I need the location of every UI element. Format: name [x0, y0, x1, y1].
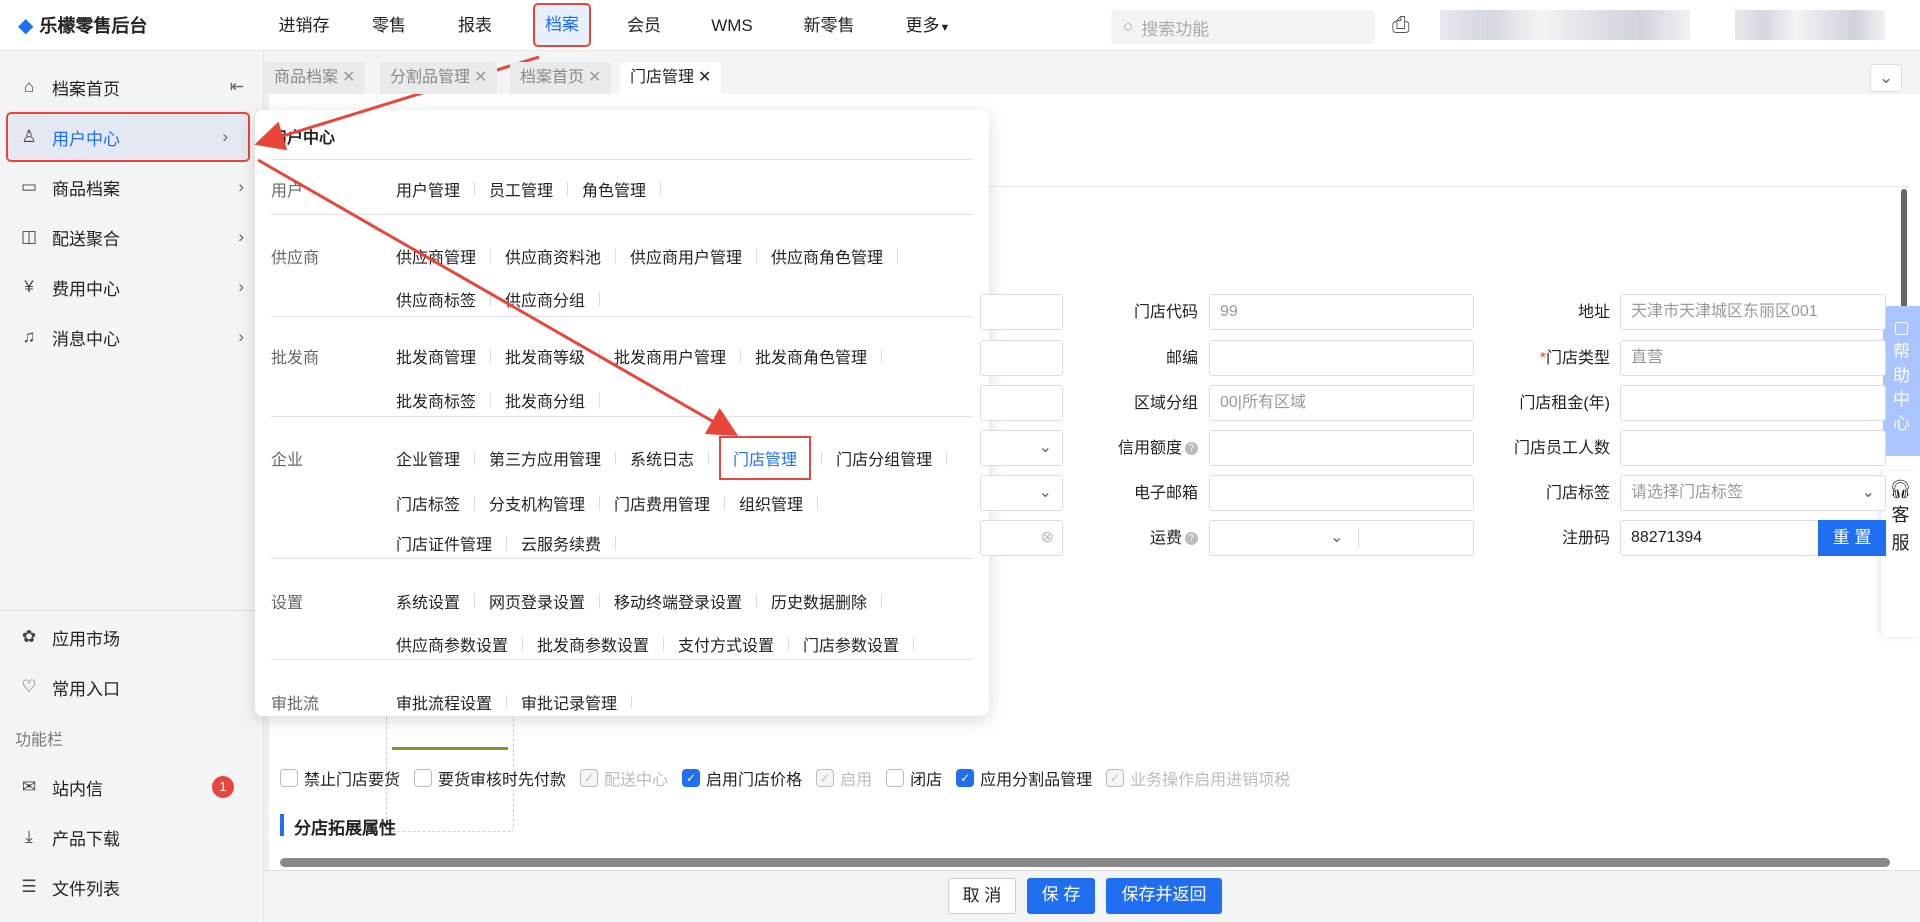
- tab-label: 分割品管理: [390, 69, 471, 86]
- field-label: *门店类型: [1460, 340, 1610, 377]
- field-input[interactable]: 请选择门店标签 ⌄: [1620, 475, 1886, 511]
- tab-2[interactable]: 档案首页 ✕: [510, 62, 612, 94]
- field-label: 信用额度?: [1048, 430, 1198, 467]
- label-text: 电子邮箱: [1133, 485, 1198, 502]
- close-icon[interactable]: ✕: [698, 69, 711, 86]
- field-label: 门店标签: [1460, 475, 1610, 512]
- field-input[interactable]: [1620, 385, 1886, 421]
- field-label: 邮编: [1048, 340, 1198, 377]
- field-input[interactable]: [1209, 430, 1474, 466]
- field-input[interactable]: [1209, 340, 1474, 376]
- tab-3[interactable]: 门店管理 ✕: [620, 62, 722, 94]
- label-text: 门店员工人数: [1513, 440, 1610, 457]
- field-input[interactable]: 直营: [1620, 340, 1886, 376]
- tab-label: 商品档案: [274, 69, 339, 86]
- field-label: 门店代码: [1048, 294, 1198, 331]
- reset-button[interactable]: 重 置: [1818, 520, 1886, 556]
- field-input[interactable]: 00|所有区域: [1209, 385, 1474, 421]
- field-input[interactable]: [1620, 430, 1886, 466]
- field-label: 区域分组: [1048, 385, 1198, 422]
- label-text: 注册码: [1561, 530, 1610, 547]
- tab-label: 门店管理: [630, 69, 695, 86]
- field-input[interactable]: 99: [1209, 294, 1474, 330]
- label-text: 门店租金(年): [1519, 395, 1610, 412]
- help-icon[interactable]: ?: [1185, 442, 1198, 456]
- chevron-down-icon: ⌄: [1330, 529, 1344, 546]
- field-label: 门店租金(年): [1460, 385, 1610, 422]
- help-icon[interactable]: ?: [1185, 532, 1198, 546]
- field-input[interactable]: ⌄: [1209, 520, 1474, 556]
- field-label: 运费?: [1048, 520, 1198, 557]
- close-icon[interactable]: ✕: [342, 69, 355, 86]
- field-label: 地址: [1460, 294, 1610, 331]
- label-text: 门店代码: [1133, 304, 1198, 321]
- tab-0[interactable]: 商品档案 ✕: [264, 62, 366, 94]
- field-value: 00|所有区域: [1220, 394, 1306, 411]
- tab-1[interactable]: 分割品管理 ✕: [380, 62, 498, 94]
- field-input[interactable]: [1209, 475, 1474, 511]
- label-text: 门店类型: [1545, 350, 1610, 367]
- label-text: 运费: [1149, 530, 1182, 547]
- field-value: 请选择门店标签: [1631, 484, 1744, 501]
- field-value: 88271394: [1631, 529, 1703, 546]
- field-label: 注册码: [1460, 520, 1610, 557]
- field-label: 门店员工人数: [1460, 430, 1610, 467]
- label-text: 区域分组: [1133, 395, 1198, 412]
- label-text: 地址: [1577, 304, 1610, 321]
- chevron-down-icon: ⌄: [1861, 484, 1875, 501]
- field-label: 电子邮箱: [1048, 475, 1198, 512]
- field-value: 99: [1220, 303, 1238, 320]
- label-text: 门店标签: [1545, 485, 1610, 502]
- close-icon[interactable]: ✕: [588, 69, 601, 86]
- field-value: 天津市天津城区东丽区001: [1631, 303, 1818, 320]
- label-text: 信用额度: [1117, 440, 1182, 457]
- arrow-to-store-management: [257, 158, 739, 436]
- label-text: 邮编: [1165, 350, 1198, 367]
- close-icon[interactable]: ✕: [474, 69, 487, 86]
- field-value: 直营: [1631, 349, 1664, 366]
- tab-label: 档案首页: [520, 69, 585, 86]
- field-input[interactable]: 天津市天津城区东丽区001: [1620, 294, 1886, 330]
